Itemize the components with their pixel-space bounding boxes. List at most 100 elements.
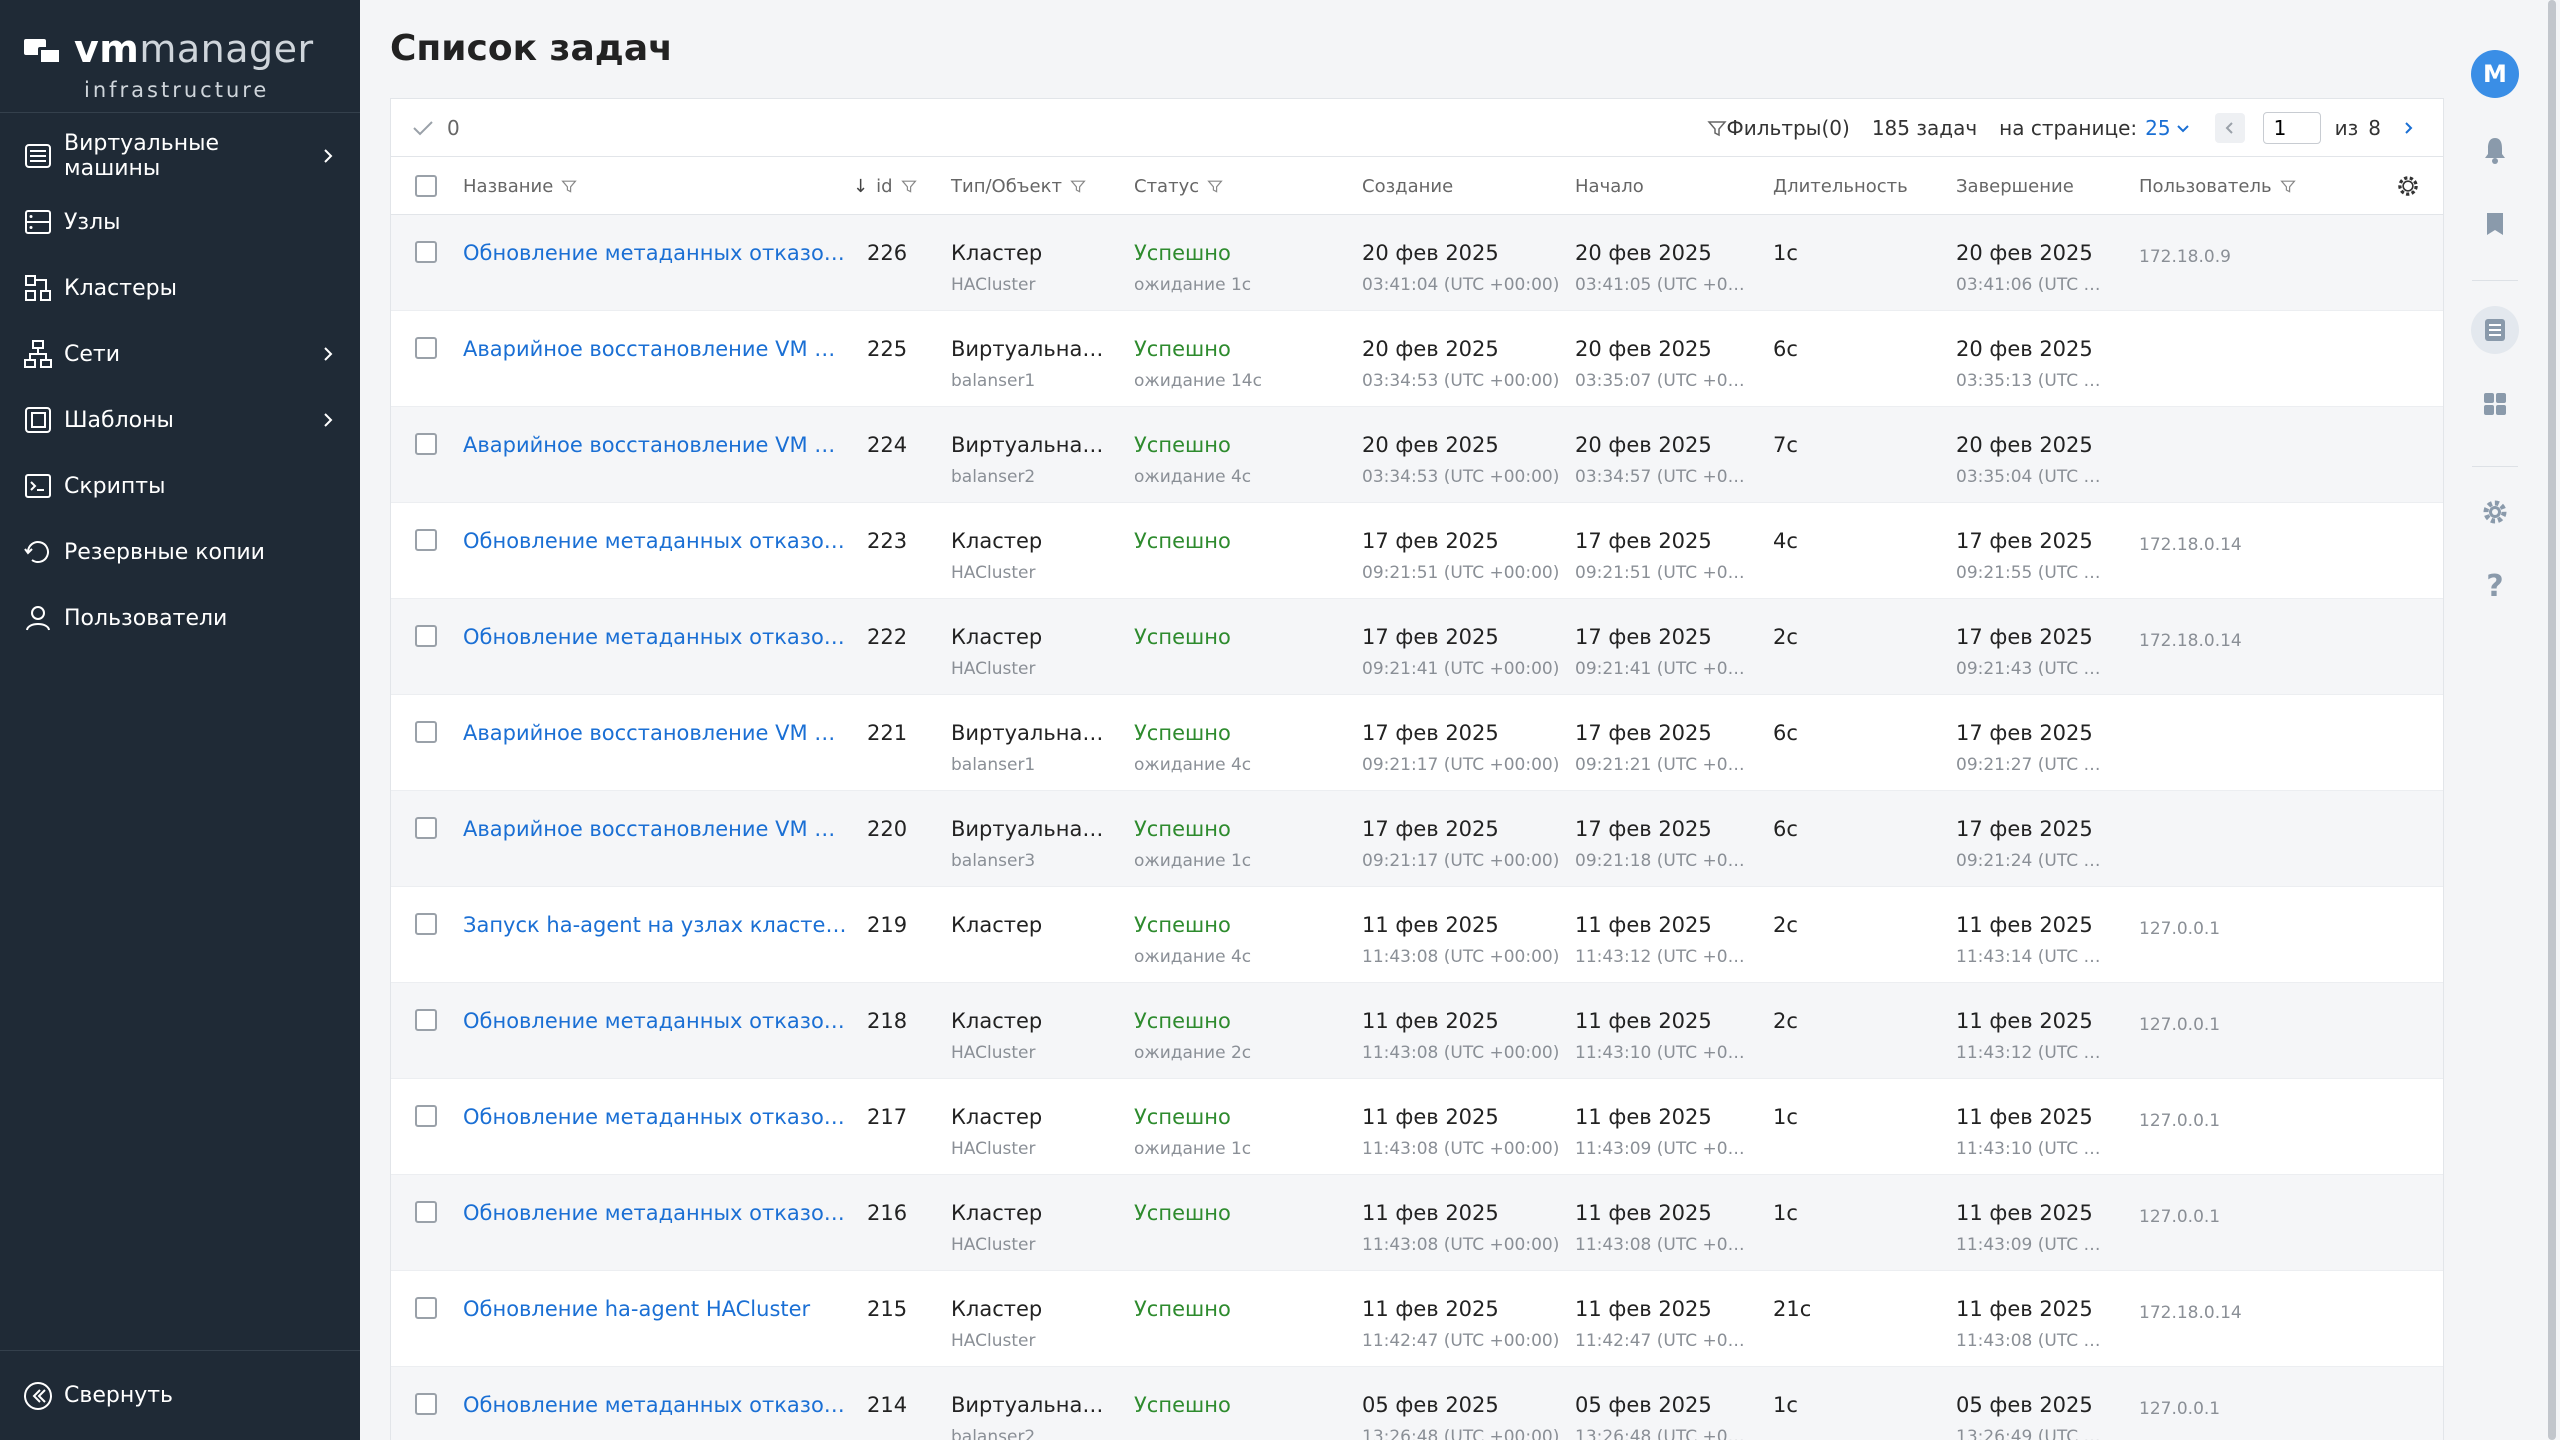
dashboard-grid-icon[interactable] [2471, 380, 2519, 428]
sidebar-item-label: Кластеры [64, 275, 177, 301]
filter-icon[interactable] [561, 178, 578, 194]
end-date: 20 фев 2025 [1956, 337, 2093, 361]
start-date: 17 фев 2025 [1575, 625, 1712, 649]
task-name-link[interactable]: Аварийное восстановление VM balanser2 [463, 433, 847, 457]
column-user[interactable]: Пользователь [2139, 157, 2296, 215]
filters-label: Фильтры(0) [1726, 115, 1850, 140]
duration: 6с [1773, 337, 1798, 361]
task-name-link[interactable]: Обновление метаданных отказоустойчивости… [463, 1009, 847, 1033]
task-type: Кластер [951, 625, 1043, 649]
duration: 6с [1773, 721, 1798, 745]
next-page-button[interactable] [2393, 113, 2423, 143]
filter-icon[interactable] [1207, 178, 1223, 194]
task-name-link[interactable]: Обновление метаданных отказоустойчивости… [463, 1105, 847, 1129]
end-time: 11:43:12 (UTC +00:00) [1956, 1043, 2111, 1063]
row-checkbox[interactable] [415, 241, 437, 263]
table-row[interactable]: Обновление метаданных отказоустойчивости… [391, 503, 2443, 599]
created-time: 09:21:17 (UTC +00:00) [1362, 851, 1560, 871]
table-row[interactable]: Обновление метаданных отказоустойчивости… [391, 1367, 2443, 1440]
column-duration[interactable]: Длительность [1773, 157, 1908, 215]
column-type[interactable]: Тип/Объект [951, 157, 1086, 215]
column-created[interactable]: Создание [1362, 157, 1453, 215]
table-row[interactable]: Обновление метаданных отказоустойчивости… [391, 983, 2443, 1079]
table-row[interactable]: Аварийное восстановление VM balanser1 225… [391, 311, 2443, 407]
table-row[interactable]: Аварийное восстановление VM balanser1 221… [391, 695, 2443, 791]
help-question-icon[interactable]: ? [2471, 562, 2519, 610]
table-header: Название ↓ id Тип/Объект Статус Создание … [391, 157, 2443, 215]
table-row[interactable]: Аварийное восстановление VM balanser2 224… [391, 407, 2443, 503]
table-row[interactable]: Запуск ha-agent на узлах кластера HAClus… [391, 887, 2443, 983]
created-date: 11 фев 2025 [1362, 913, 1499, 937]
created-time: 11:43:08 (UTC +00:00) [1362, 1235, 1560, 1255]
table-row[interactable]: Обновление метаданных отказоустойчивости… [391, 599, 2443, 695]
row-checkbox[interactable] [415, 721, 437, 743]
column-status[interactable]: Статус [1134, 157, 1223, 215]
row-checkbox[interactable] [415, 1009, 437, 1031]
start-time: 11:43:12 (UTC +00:00) [1575, 947, 1747, 967]
row-checkbox[interactable] [415, 1105, 437, 1127]
row-checkbox[interactable] [415, 625, 437, 647]
column-end[interactable]: Завершение [1956, 157, 2074, 215]
column-start[interactable]: Начало [1575, 157, 1644, 215]
scrollbar-thumb[interactable] [2548, 0, 2556, 1440]
row-checkbox[interactable] [415, 337, 437, 359]
table-row[interactable]: Аварийное восстановление VM balanser3 220… [391, 791, 2443, 887]
end-date: 11 фев 2025 [1956, 913, 2093, 937]
task-name-link[interactable]: Обновление метаданных отказоустойчивости… [463, 625, 847, 649]
cluster-icon [25, 275, 51, 301]
task-name-link[interactable]: Обновление метаданных отказоустойчивости… [463, 1393, 847, 1417]
sidebar-item-cluster[interactable]: Кластеры [0, 255, 360, 321]
row-checkbox[interactable] [415, 1297, 437, 1319]
prev-page-button[interactable] [2214, 112, 2245, 143]
task-name-link[interactable]: Запуск ha-agent на узлах кластера HAClus… [463, 913, 847, 937]
task-type: Кластер [951, 1201, 1043, 1225]
task-name-link[interactable]: Аварийное восстановление VM balanser1 [463, 337, 847, 361]
page-input[interactable] [2262, 111, 2321, 144]
avatar[interactable]: M [2471, 50, 2519, 98]
end-date: 17 фев 2025 [1956, 625, 2093, 649]
status-badge: Успешно [1134, 1201, 1231, 1225]
column-id[interactable]: ↓ id [853, 157, 917, 215]
logo[interactable]: vmmanager infrastructure [0, 0, 360, 113]
sidebar-item-vm[interactable]: Виртуальные машины [0, 123, 360, 189]
task-name-link[interactable]: Обновление метаданных отказоустойчивости… [463, 241, 847, 265]
task-list-icon[interactable] [2471, 306, 2519, 354]
docs-book-icon[interactable] [2471, 200, 2519, 248]
sidebar-item-backup[interactable]: Резервные копии [0, 519, 360, 585]
sidebar-item-user[interactable]: Пользователи [0, 585, 360, 651]
row-checkbox[interactable] [415, 1201, 437, 1223]
table-row[interactable]: Обновление метаданных отказоустойчивости… [391, 215, 2443, 311]
row-checkbox[interactable] [415, 817, 437, 839]
filter-icon[interactable] [1070, 178, 1086, 194]
select-all-checkbox[interactable] [415, 175, 437, 197]
task-name-link[interactable]: Обновление метаданных отказоустойчивости… [463, 529, 847, 553]
settings-gear-icon[interactable] [2471, 488, 2519, 536]
row-checkbox[interactable] [415, 1393, 437, 1415]
table-row[interactable]: Обновление ha-agent HACluster 215 Кластер H… [391, 1271, 2443, 1367]
task-name-link[interactable]: Обновление ha-agent HACluster [463, 1297, 847, 1321]
table-settings-gear-icon[interactable] [2395, 157, 2421, 215]
per-page-select[interactable]: на странице: 25 [1999, 116, 2190, 140]
table-row[interactable]: Обновление метаданных отказоустойчивости… [391, 1079, 2443, 1175]
task-name-link[interactable]: Аварийное восстановление VM balanser1 [463, 721, 847, 745]
sidebar-item-template[interactable]: Шаблоны [0, 387, 360, 453]
task-id: 214 [867, 1393, 908, 1417]
column-name[interactable]: Название [463, 157, 578, 215]
sidebar-item-script[interactable]: Скрипты [0, 453, 360, 519]
sidebar-item-network[interactable]: Сети [0, 321, 360, 387]
filters-button[interactable]: Фильтры(0) [1706, 115, 1850, 140]
filter-icon[interactable] [900, 178, 917, 194]
start-time: 11:43:08 (UTC +00:00) [1575, 1235, 1747, 1255]
collapse-button[interactable]: Свернуть [0, 1350, 360, 1440]
task-name-link[interactable]: Аварийное восстановление VM balanser3 [463, 817, 847, 841]
row-checkbox[interactable] [415, 433, 437, 455]
table-row[interactable]: Обновление метаданных отказоустойчивости… [391, 1175, 2443, 1271]
right-rail: M ? [2462, 0, 2528, 1440]
task-name-link[interactable]: Обновление метаданных отказоустойчивости… [463, 1201, 847, 1225]
notifications-bell-icon[interactable] [2471, 126, 2519, 174]
row-checkbox[interactable] [415, 913, 437, 935]
sidebar-item-node[interactable]: Узлы [0, 189, 360, 255]
row-checkbox[interactable] [415, 529, 437, 551]
filter-icon[interactable] [2279, 178, 2296, 194]
task-type: Виртуальная машина [951, 433, 1111, 457]
